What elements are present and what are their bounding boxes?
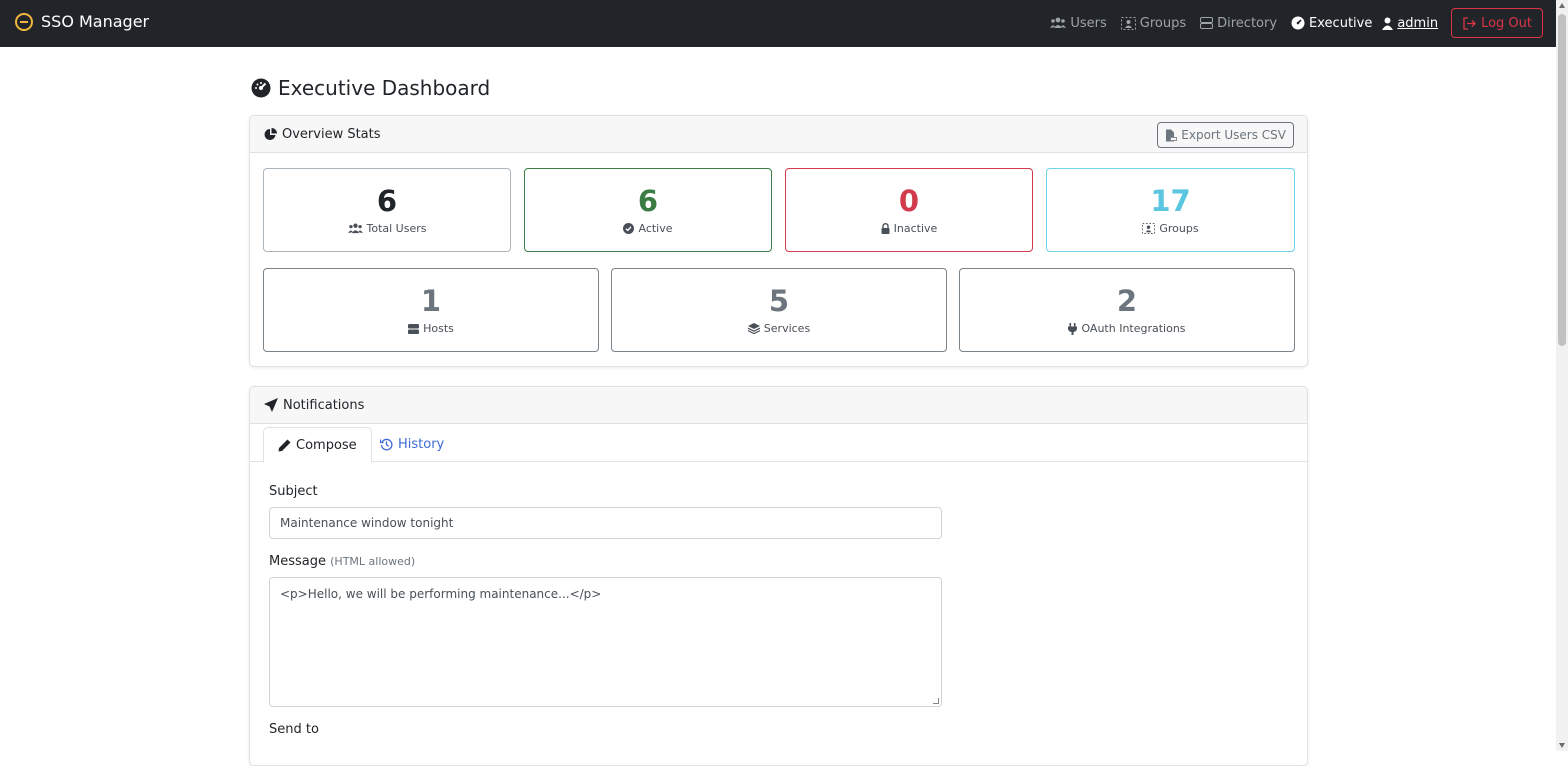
stat-total-users-value: 6 <box>376 184 398 218</box>
page-title-text: Executive Dashboard <box>278 76 491 100</box>
subject-input-value: Maintenance window tonight <box>280 516 454 530</box>
stat-oauth-integrations-value: 2 <box>1116 284 1138 318</box>
overview-stats-card: Overview Stats Export Users CSV 6 Total … <box>249 115 1308 367</box>
notifications-tabs: Compose History <box>250 427 1307 463</box>
stat-hosts-value: 1 <box>420 284 442 318</box>
groups-icon <box>1142 223 1156 234</box>
brand-logo-icon <box>15 12 33 31</box>
nav-user-profile[interactable]: admin <box>1382 16 1438 31</box>
message-label: Message <box>269 554 326 569</box>
nav-directory-label: Directory <box>1217 15 1278 31</box>
paper-plane-icon <box>264 398 278 412</box>
stat-active: 6 Active <box>524 168 772 252</box>
history-icon <box>380 438 393 451</box>
nav-groups[interactable]: Groups <box>1120 15 1187 31</box>
layers-icon <box>747 323 760 334</box>
tab-compose[interactable]: Compose <box>263 427 372 463</box>
groups-icon <box>1120 16 1136 30</box>
send-to-label: Send to <box>269 722 319 737</box>
scroll-up-arrow-icon[interactable] <box>1559 3 1565 8</box>
stat-inactive: 0 Inactive <box>785 168 1033 252</box>
check-circle-icon <box>623 223 635 234</box>
stat-oauth-integrations: 2 OAuth Integrations <box>959 268 1295 352</box>
stat-services-label: Services <box>763 322 811 335</box>
server-icon <box>1200 17 1214 29</box>
brand-name: SSO Manager <box>41 12 150 31</box>
nav-executive[interactable]: Executive <box>1291 16 1372 31</box>
top-navbar: SSO Manager Users Groups Directory Execu… <box>0 0 1556 47</box>
message-label-row: Message (HTML allowed) <box>269 554 415 569</box>
nav-directory[interactable]: Directory <box>1200 16 1277 31</box>
tab-compose-label: Compose <box>296 437 357 453</box>
logout-button[interactable]: Log Out <box>1451 8 1543 38</box>
pie-chart-icon <box>264 127 277 140</box>
resize-handle[interactable] <box>933 698 939 704</box>
stat-total-users-label: Total Users <box>366 222 427 235</box>
brand-link[interactable]: SSO Manager <box>15 12 149 31</box>
export-users-csv-label: Export Users CSV <box>1181 128 1286 142</box>
file-csv-icon <box>1166 129 1178 141</box>
stat-services-value: 5 <box>768 284 790 318</box>
nav-users[interactable]: Users <box>1050 15 1107 31</box>
plug-icon <box>1068 322 1078 335</box>
users-icon <box>347 223 363 234</box>
stat-active-label-row: Active <box>525 222 771 235</box>
gauge-icon <box>1291 16 1305 30</box>
export-users-csv-button[interactable]: Export Users CSV <box>1157 122 1294 148</box>
page-scrollbar[interactable] <box>1556 0 1568 751</box>
overview-stats-header: Overview Stats Export Users CSV <box>250 116 1307 153</box>
tab-history-label: History <box>398 437 445 452</box>
stat-services-label-row: Services <box>612 322 946 335</box>
scrollbar-thumb[interactable] <box>1558 14 1566 346</box>
stat-total-users-label-row: Total Users <box>264 222 510 235</box>
nav-user-label: admin <box>1397 15 1439 31</box>
stat-groups-value: 17 <box>1150 184 1191 218</box>
stat-groups-label-row: Groups <box>1047 222 1294 235</box>
stat-groups-label: Groups <box>1159 222 1199 235</box>
notifications-card: Notifications Compose History Subject Ma… <box>249 386 1308 766</box>
message-textarea[interactable]: <p>Hello, we will be performing maintena… <box>269 577 942 707</box>
logout-icon <box>1463 16 1476 30</box>
logout-label: Log Out <box>1481 15 1532 31</box>
nav-users-label: Users <box>1070 15 1107 31</box>
nav-executive-label: Executive <box>1309 15 1373 31</box>
users-icon <box>1050 17 1067 28</box>
overview-stats-title: Overview Stats <box>282 126 381 142</box>
stat-inactive-label-row: Inactive <box>786 222 1032 235</box>
lock-icon <box>881 223 890 234</box>
nav-links: Users Groups Directory Executive admin L… <box>1036 8 1543 38</box>
stat-oauth-integrations-label-row: OAuth Integrations <box>960 322 1294 335</box>
stat-active-value: 6 <box>637 184 659 218</box>
stat-inactive-label: Inactive <box>893 222 938 235</box>
user-icon <box>1382 17 1394 30</box>
stat-hosts-label-row: Hosts <box>264 322 598 335</box>
message-hint: (HTML allowed) <box>330 555 416 568</box>
subject-label: Subject <box>269 484 318 499</box>
stat-inactive-value: 0 <box>898 184 920 218</box>
page-title: Executive Dashboard <box>251 76 490 100</box>
gauge-icon <box>251 78 271 98</box>
pencil-icon <box>278 439 291 451</box>
stat-groups: 17 Groups <box>1046 168 1295 252</box>
stat-services: 5 Services <box>611 268 947 352</box>
scroll-down-arrow-icon[interactable] <box>1559 743 1565 748</box>
notifications-header: Notifications <box>250 387 1307 424</box>
stat-active-label: Active <box>638 222 673 235</box>
stat-hosts: 1 Hosts <box>263 268 599 352</box>
tab-history[interactable]: History <box>366 427 458 462</box>
server-icon <box>408 323 420 334</box>
nav-groups-label: Groups <box>1139 15 1187 31</box>
subject-input[interactable]: Maintenance window tonight <box>269 507 942 539</box>
stat-oauth-integrations-label: OAuth Integrations <box>1081 322 1186 335</box>
stat-hosts-label: Hosts <box>423 322 454 335</box>
notifications-title: Notifications <box>283 397 365 413</box>
stat-total-users: 6 Total Users <box>263 168 511 252</box>
message-textarea-value: <p>Hello, we will be performing maintena… <box>280 587 602 601</box>
